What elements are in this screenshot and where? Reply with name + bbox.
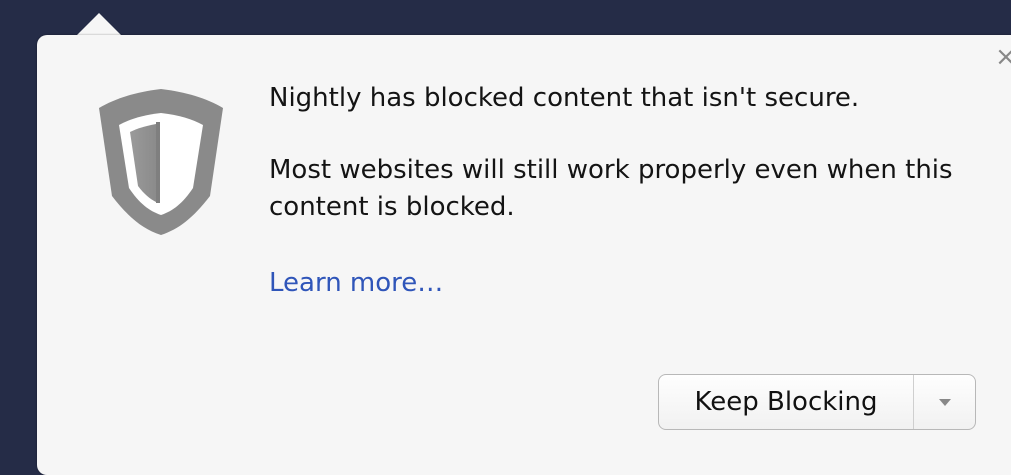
panel-arrow [75,13,123,37]
chevron-down-icon [938,398,951,406]
keep-blocking-button[interactable]: Keep Blocking [659,375,913,429]
shield-icon [96,86,226,238]
notification-body: Most websites will still work properly e… [269,155,953,222]
keep-blocking-split-button: Keep Blocking [658,374,976,430]
close-icon[interactable]: × [995,44,1011,70]
notification-headline: Nightly has blocked content that isn't s… [269,83,860,113]
action-menu-button[interactable] [914,375,975,429]
learn-more-link[interactable]: Learn more… [269,265,443,302]
